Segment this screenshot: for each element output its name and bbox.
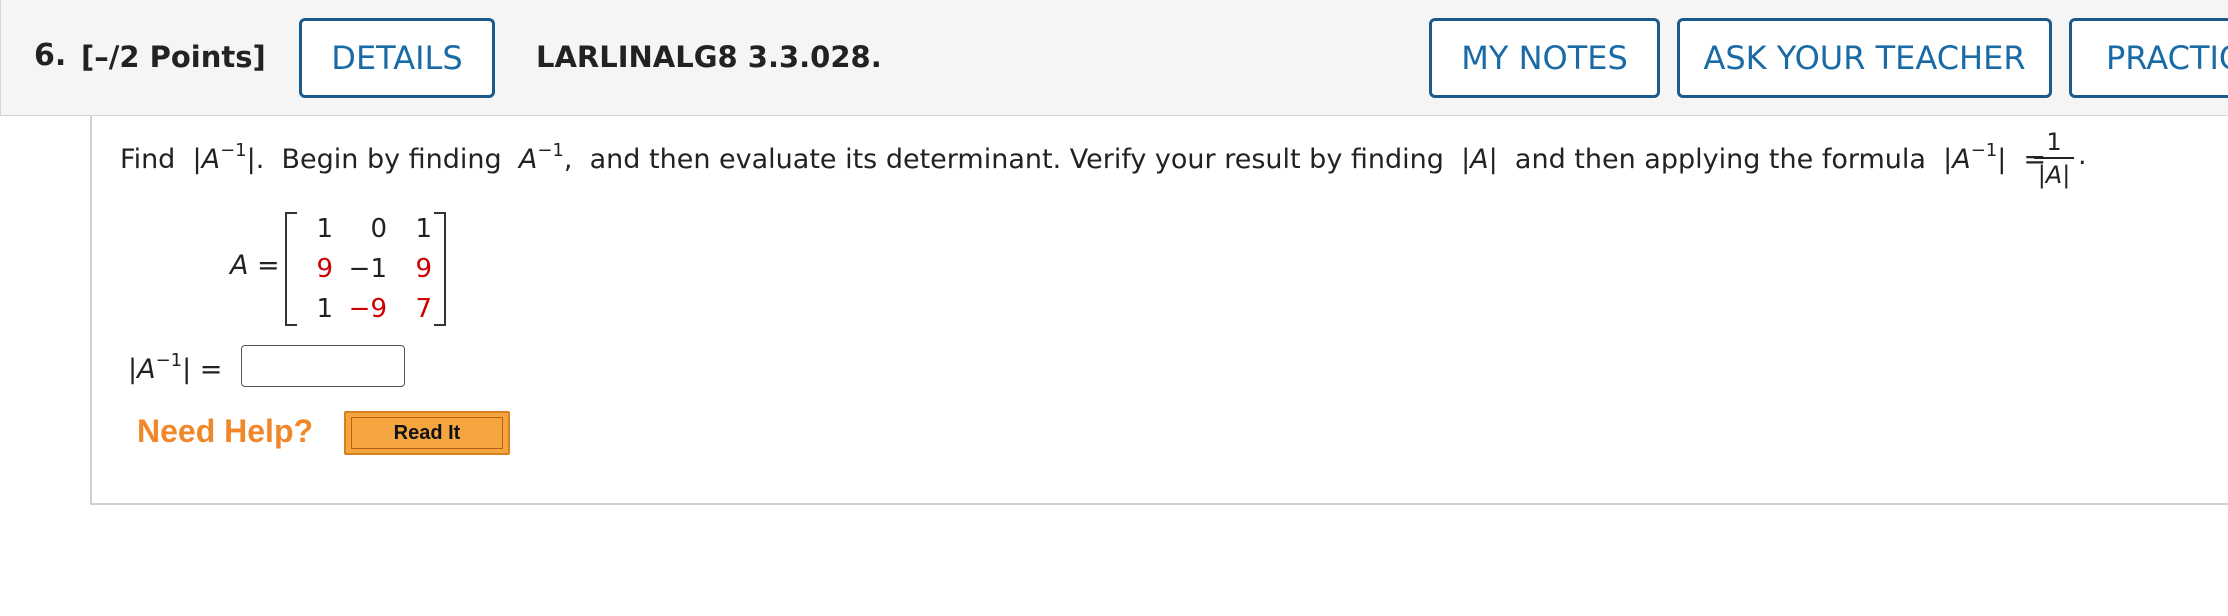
details-button[interactable]: DETAILS bbox=[299, 18, 495, 98]
formula-period: . bbox=[2078, 140, 2087, 171]
matrix-right-bracket bbox=[434, 212, 446, 326]
ask-your-teacher-button[interactable]: ASK YOUR TEACHER bbox=[1677, 18, 2052, 98]
matrix-a-symbol: A bbox=[518, 144, 538, 175]
matrix-cell: 1 bbox=[415, 214, 432, 244]
need-help-label: Need Help? bbox=[137, 413, 314, 449]
my-notes-button[interactable]: MY NOTES bbox=[1429, 18, 1660, 98]
points-label: [–/2 Points] bbox=[81, 40, 266, 74]
formula-fraction: 1 |A| bbox=[2034, 128, 2074, 190]
matrix-label: A = bbox=[230, 250, 280, 281]
prompt-middle: and then evaluate its determinant. Verif… bbox=[589, 144, 1444, 175]
answer-exponent: −1 bbox=[155, 350, 183, 371]
matrix-cell: 0 bbox=[370, 214, 387, 244]
prompt-begin: Begin by finding bbox=[281, 144, 502, 175]
matrix-cell: 1 bbox=[316, 214, 333, 244]
abs-a-inverse-open: |A bbox=[192, 144, 221, 175]
read-it-button[interactable]: Read It bbox=[344, 411, 510, 455]
abs-a: |A| bbox=[1461, 144, 1498, 175]
prompt-formula-text: and then applying the formula bbox=[1514, 144, 1926, 175]
inverse-exponent-2: −1 bbox=[537, 140, 564, 161]
read-it-label: Read It bbox=[351, 417, 503, 449]
problem-code: LARLINALG8 3.3.028. bbox=[536, 40, 882, 74]
inverse-exponent: −1 bbox=[220, 140, 247, 161]
answer-abs-close: | = bbox=[182, 354, 223, 385]
matrix-cell: 9 bbox=[415, 254, 432, 284]
formula-lhs-open: |A bbox=[1943, 144, 1971, 175]
prompt-find: Find bbox=[120, 144, 176, 175]
matrix-cell: −1 bbox=[348, 254, 387, 284]
formula-lhs-exponent: −1 bbox=[1970, 140, 1998, 161]
answer-input[interactable] bbox=[241, 345, 405, 387]
question-number: 6. bbox=[34, 38, 67, 73]
question-prompt: Find |A−1|. Begin by finding A−1, and th… bbox=[120, 140, 2046, 175]
matrix-cell: −9 bbox=[348, 294, 387, 324]
answer-label: |A−1| = bbox=[128, 350, 222, 385]
fraction-bar bbox=[2034, 157, 2074, 159]
fraction-denominator: |A| bbox=[2037, 161, 2071, 189]
matrix-cell: 9 bbox=[316, 254, 333, 284]
formula-lhs-close: | bbox=[1997, 144, 2007, 175]
matrix-cell: 7 bbox=[415, 294, 432, 324]
prompt-comma: , bbox=[563, 144, 573, 175]
abs-close: |. bbox=[246, 144, 265, 175]
matrix-cell: 1 bbox=[316, 294, 333, 324]
answer-abs-open: |A bbox=[128, 354, 156, 385]
fraction-numerator: 1 bbox=[2046, 128, 2062, 156]
practice-button[interactable]: PRACTIC bbox=[2069, 18, 2228, 98]
question-header-bar: 6. [–/2 Points] DETAILS LARLINALG8 3.3.0… bbox=[0, 0, 2228, 116]
